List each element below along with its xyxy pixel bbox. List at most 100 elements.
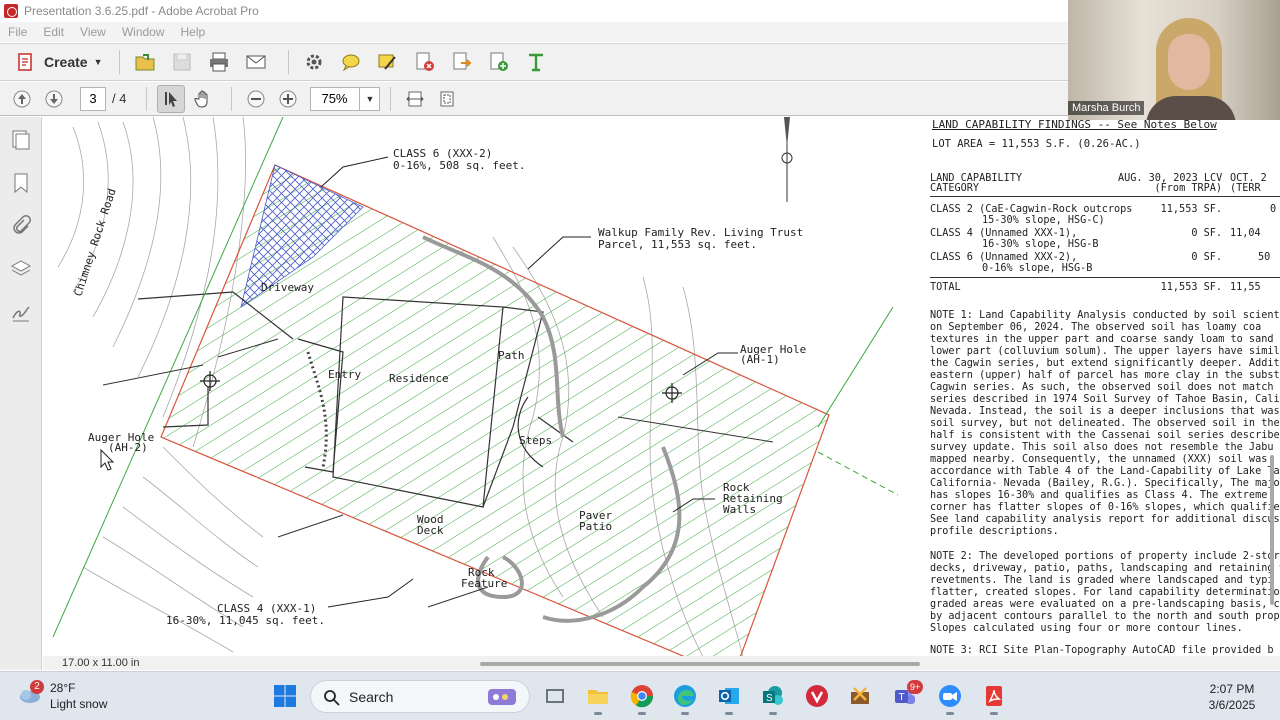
running-indicator <box>990 712 998 715</box>
email-icon <box>246 55 266 69</box>
toolbar-divider <box>118 50 120 74</box>
clock-time: 2:07 PM <box>1209 682 1255 696</box>
land-capability-panel: LAND CAPABILITY FINDINGS -- See Notes Be… <box>930 117 1280 670</box>
paperclip-icon[interactable] <box>10 215 32 237</box>
menu-file[interactable]: File <box>8 25 27 39</box>
paver-patio-label-2: Patio <box>579 520 612 533</box>
windows-taskbar: 2 28°F Light snow Search S T 9+ 2:07 PM … <box>0 671 1280 720</box>
previous-page-button[interactable] <box>8 85 36 113</box>
chrome-icon <box>630 685 654 708</box>
sharepoint-icon: S <box>763 686 783 705</box>
zoom-select[interactable]: 75% ▼ <box>310 86 381 111</box>
fit-page-button[interactable] <box>433 85 461 113</box>
export-button[interactable] <box>447 47 477 77</box>
menu-help[interactable]: Help <box>181 25 206 39</box>
hand-tool-button[interactable] <box>189 85 217 113</box>
teams-notification-badge: 9+ <box>907 680 924 694</box>
print-icon <box>209 52 228 72</box>
running-indicator <box>594 712 602 715</box>
print-button[interactable] <box>204 47 234 77</box>
taskbar-search[interactable]: Search <box>310 680 530 713</box>
row-category-2: 0-16% slope, HSG-B <box>982 263 1093 274</box>
bookmark-icon[interactable] <box>10 172 32 194</box>
security-app-button[interactable] <box>800 679 834 713</box>
comment-button[interactable] <box>336 47 366 77</box>
horizontal-scrollbar[interactable] <box>480 662 920 666</box>
total-value: 11,553 SF. <box>1160 282 1222 293</box>
open-button[interactable] <box>130 47 160 77</box>
entry-label: Entry <box>328 368 361 381</box>
toolbox-icon <box>851 687 869 704</box>
next-page-button[interactable] <box>40 85 68 113</box>
running-indicator <box>681 712 689 715</box>
row-category-2: 15-30% slope, HSG-C) <box>982 215 1105 226</box>
task-view-button[interactable] <box>538 679 572 713</box>
vertical-scrollbar[interactable] <box>1270 455 1274 605</box>
zoom-out-button[interactable] <box>242 85 270 113</box>
page-size: 17.00 x 11.00 in <box>62 657 140 669</box>
edge-icon <box>674 685 696 707</box>
video-participant-tile: Marsha Burch <box>1068 0 1280 120</box>
oct-header-2: (TERR <box>1230 183 1261 194</box>
sign-button[interactable] <box>373 47 403 77</box>
findings-heading: LAND CAPABILITY FINDINGS -- See Notes Be… <box>932 118 1217 131</box>
running-indicator <box>725 712 733 715</box>
document-view[interactable]: Chimney Rock Road CLASS 6 (XXX-2) 0-16%,… <box>43 117 1280 670</box>
row-value-2: 50 <box>1258 252 1271 263</box>
attach-button[interactable] <box>484 47 514 77</box>
menu-bar: File Edit View Window Help <box>0 22 1068 42</box>
site-plan-drawing: Chimney Rock Road CLASS 6 (XXX-2) 0-16%,… <box>52 117 899 657</box>
sharepoint-button[interactable]: S <box>756 679 790 713</box>
toolbar-divider <box>287 50 289 74</box>
temperature: 28°F <box>50 681 76 695</box>
lot-area: LOT AREA = 11,553 S.F. (0.26-AC.) <box>932 138 1141 150</box>
tools-app-button[interactable] <box>843 679 877 713</box>
participant-face <box>1168 34 1210 90</box>
start-button[interactable] <box>268 679 302 713</box>
running-indicator <box>638 712 646 715</box>
zoom-in-button[interactable] <box>274 85 302 113</box>
weather-condition: Light snow <box>50 697 108 711</box>
file-explorer-button[interactable] <box>581 679 615 713</box>
create-button[interactable]: Create ▼ <box>10 48 109 76</box>
total-label: TOTAL <box>930 282 961 293</box>
text-tool-icon <box>528 53 543 72</box>
text-tool-button[interactable] <box>521 47 551 77</box>
system-clock[interactable]: 2:07 PM 3/6/2025 <box>1196 681 1268 713</box>
page-thumbnails-icon[interactable] <box>10 129 32 151</box>
select-tool-button[interactable] <box>157 84 186 113</box>
fit-width-button[interactable] <box>401 85 429 113</box>
edge-button[interactable] <box>668 679 702 713</box>
title-bar: Presentation 3.6.25.pdf - Adobe Acrobat … <box>0 0 1068 22</box>
open-folder-icon <box>135 54 155 71</box>
delete-page-button[interactable] <box>410 47 440 77</box>
class4-label-2: 16-30%, 11,045 sq. feet. <box>166 614 325 627</box>
save-button[interactable] <box>167 47 197 77</box>
layers-icon[interactable] <box>10 258 32 280</box>
settings-button[interactable] <box>299 47 329 77</box>
clock-date: 3/6/2025 <box>1208 698 1256 712</box>
rock-walls-label-3: Walls <box>723 503 756 516</box>
table-rule <box>930 277 1280 278</box>
weather-widget[interactable]: 2 28°F Light snow <box>18 678 128 716</box>
menu-view[interactable]: View <box>80 25 106 39</box>
outlook-button[interactable] <box>712 679 746 713</box>
create-pdf-icon <box>18 53 32 71</box>
menu-edit[interactable]: Edit <box>43 25 64 39</box>
driveway-label: Driveway <box>261 281 314 294</box>
menu-window[interactable]: Window <box>122 25 165 39</box>
north-arrow <box>781 117 793 202</box>
fit-width-icon <box>406 91 425 106</box>
main-toolbar: Create ▼ <box>0 43 1068 81</box>
running-indicator <box>769 712 777 715</box>
comment-icon <box>342 54 360 72</box>
task-view-icon <box>546 689 564 703</box>
save-icon <box>173 53 191 71</box>
page-number-input[interactable]: 3 <box>80 86 106 111</box>
email-button[interactable] <box>241 47 271 77</box>
zoom-button[interactable] <box>933 679 967 713</box>
signature-icon[interactable] <box>10 301 32 323</box>
chevron-down-icon[interactable]: ▼ <box>359 87 379 110</box>
acrobat-taskbar-button[interactable] <box>977 679 1011 713</box>
chrome-button[interactable] <box>625 679 659 713</box>
